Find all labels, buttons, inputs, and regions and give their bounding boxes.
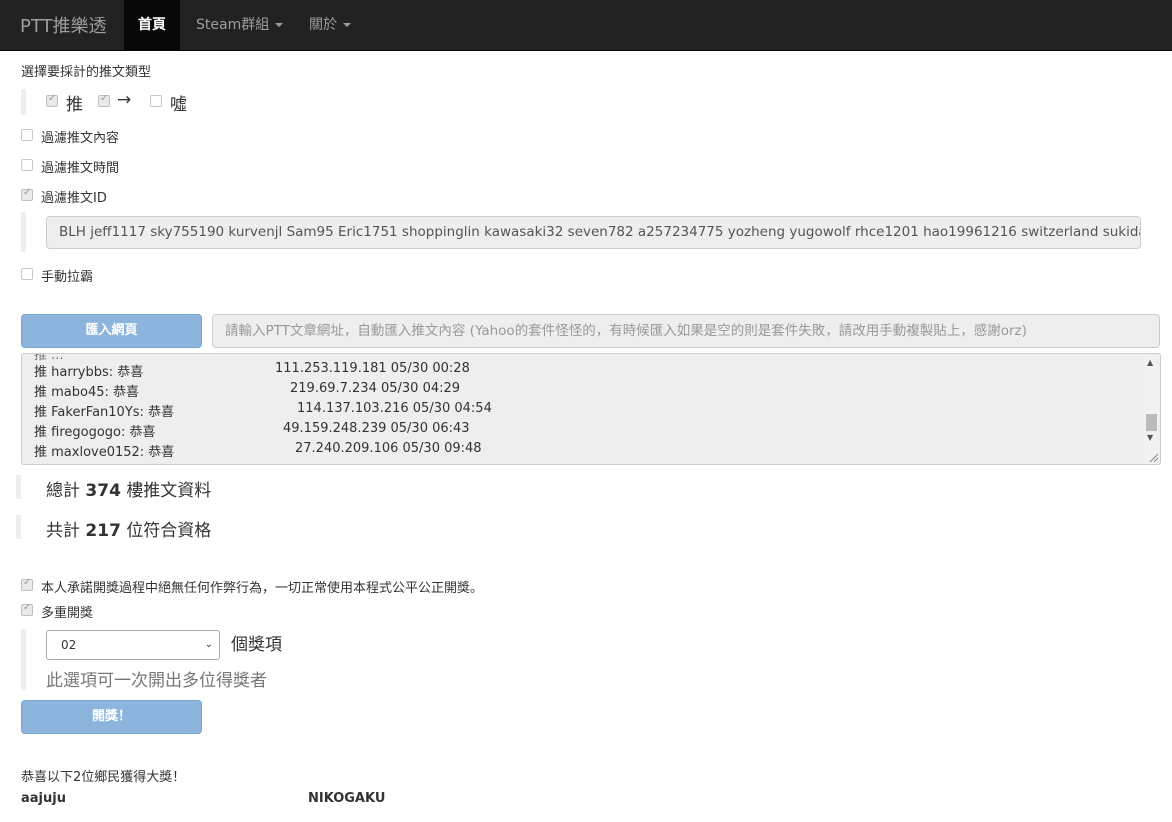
- filter-id-input[interactable]: BLH jeff1117 sky755190 kurvenjl Sam95 Er…: [46, 216, 1141, 249]
- filter-time-checkbox[interactable]: [21, 159, 33, 171]
- filter-content-label: 過濾推文內容: [41, 131, 120, 146]
- scroll-up-icon[interactable]: ▲: [1147, 358, 1153, 367]
- resize-handle-icon[interactable]: [1149, 453, 1158, 462]
- chevron-down-icon: ⌄: [204, 639, 213, 650]
- manual-slot-label: 手動拉霸: [41, 270, 94, 285]
- prize-count-value: 02: [61, 638, 77, 652]
- nav-about-label: 關於: [309, 17, 337, 33]
- filter-id-label: 過濾推文ID: [41, 191, 107, 206]
- list-item-meta: 49.159.248.239 05/30 06:43: [283, 421, 470, 436]
- caret-down-icon: [343, 23, 351, 27]
- brand-logo[interactable]: PTT推樂透: [20, 12, 107, 38]
- scrollbar-thumb[interactable]: [1146, 414, 1157, 431]
- arrow-checkbox[interactable]: [98, 93, 110, 107]
- filter-time-label: 過濾推文時間: [41, 161, 120, 176]
- list-item: 推 maxlove0152: 恭喜: [34, 445, 175, 460]
- caret-down-icon: [275, 23, 284, 27]
- list-item-meta: 219.69.7.234 05/30 04:29: [290, 381, 461, 396]
- push-checkbox[interactable]: [46, 93, 58, 107]
- blockquote-bar: [16, 515, 21, 539]
- total-pushes-stat: 總計 374 樓推文資料: [46, 481, 212, 501]
- nav-about-dropdown[interactable]: 關於: [309, 0, 351, 50]
- nav-home[interactable]: 首頁: [124, 0, 180, 50]
- blockquote-bar: [16, 475, 21, 499]
- push-content-textarea[interactable]: 推 ... 推 harrybbs: 恭喜 111.253.119.181 05/…: [21, 353, 1161, 465]
- nav-steam-dropdown[interactable]: Steam群組: [196, 0, 284, 50]
- multi-draw-label: 多重開獎: [41, 606, 94, 621]
- prize-count-unit: 個獎項: [231, 635, 282, 655]
- qualified-users-stat: 共計 217 位符合資格: [46, 521, 212, 541]
- promise-checkbox[interactable]: [21, 577, 33, 591]
- winner-name: aajuju: [21, 791, 66, 806]
- list-item: 推 firegogogo: 恭喜: [34, 425, 156, 440]
- import-webpage-button[interactable]: 匯入網頁: [21, 314, 202, 348]
- boo-label: 噓: [170, 95, 187, 115]
- blockquote-bar: [21, 89, 26, 115]
- result-heading: 恭喜以下2位鄉民獲得大獎！: [21, 770, 186, 785]
- push-label: 推: [66, 95, 83, 115]
- blockquote-bar: [21, 629, 26, 690]
- list-item: 推 FakerFan10Ys: 恭喜: [34, 405, 175, 420]
- filter-id-checkbox[interactable]: [21, 187, 33, 201]
- textarea-scrollbar[interactable]: ▲ ▼: [1144, 355, 1159, 464]
- blockquote-bar: [21, 212, 26, 252]
- list-item: 推 mabo45: 恭喜: [34, 385, 140, 400]
- winner-name: NIKOGAKU: [308, 791, 386, 806]
- promise-label: 本人承諾開獎過程中絕無任何作弊行為，一切正常使用本程式公平公正開獎。: [41, 581, 484, 596]
- manual-slot-checkbox[interactable]: [21, 268, 33, 280]
- article-url-input[interactable]: 請輸入PTT文章網址，自動匯入推文內容 (Yahoo的套件怪怪的，有時候匯入如果…: [212, 314, 1160, 348]
- multi-draw-checkbox[interactable]: [21, 602, 33, 616]
- list-item-meta: 27.240.209.106 05/30 09:48: [295, 441, 482, 456]
- list-item-meta: 114.137.103.216 05/30 04:54: [297, 401, 492, 416]
- list-item: 推 harrybbs: 恭喜: [34, 365, 144, 380]
- list-item-meta: 111.253.119.181 05/30 00:28: [275, 361, 470, 376]
- boo-checkbox[interactable]: [150, 95, 162, 107]
- push-type-heading: 選擇要採計的推文類型: [21, 65, 152, 80]
- arrow-label: →: [117, 90, 132, 110]
- scroll-down-icon[interactable]: ▼: [1147, 433, 1153, 442]
- filter-content-checkbox[interactable]: [21, 129, 33, 141]
- multi-draw-hint: 此選項可一次開出多位得獎者: [46, 671, 267, 691]
- draw-button[interactable]: 開獎！: [21, 700, 202, 734]
- nav-steam-label: Steam群組: [196, 17, 270, 33]
- prize-count-select[interactable]: 02 ⌄: [46, 630, 220, 660]
- top-navbar: PTT推樂透 首頁 Steam群組 關於: [0, 0, 1172, 51]
